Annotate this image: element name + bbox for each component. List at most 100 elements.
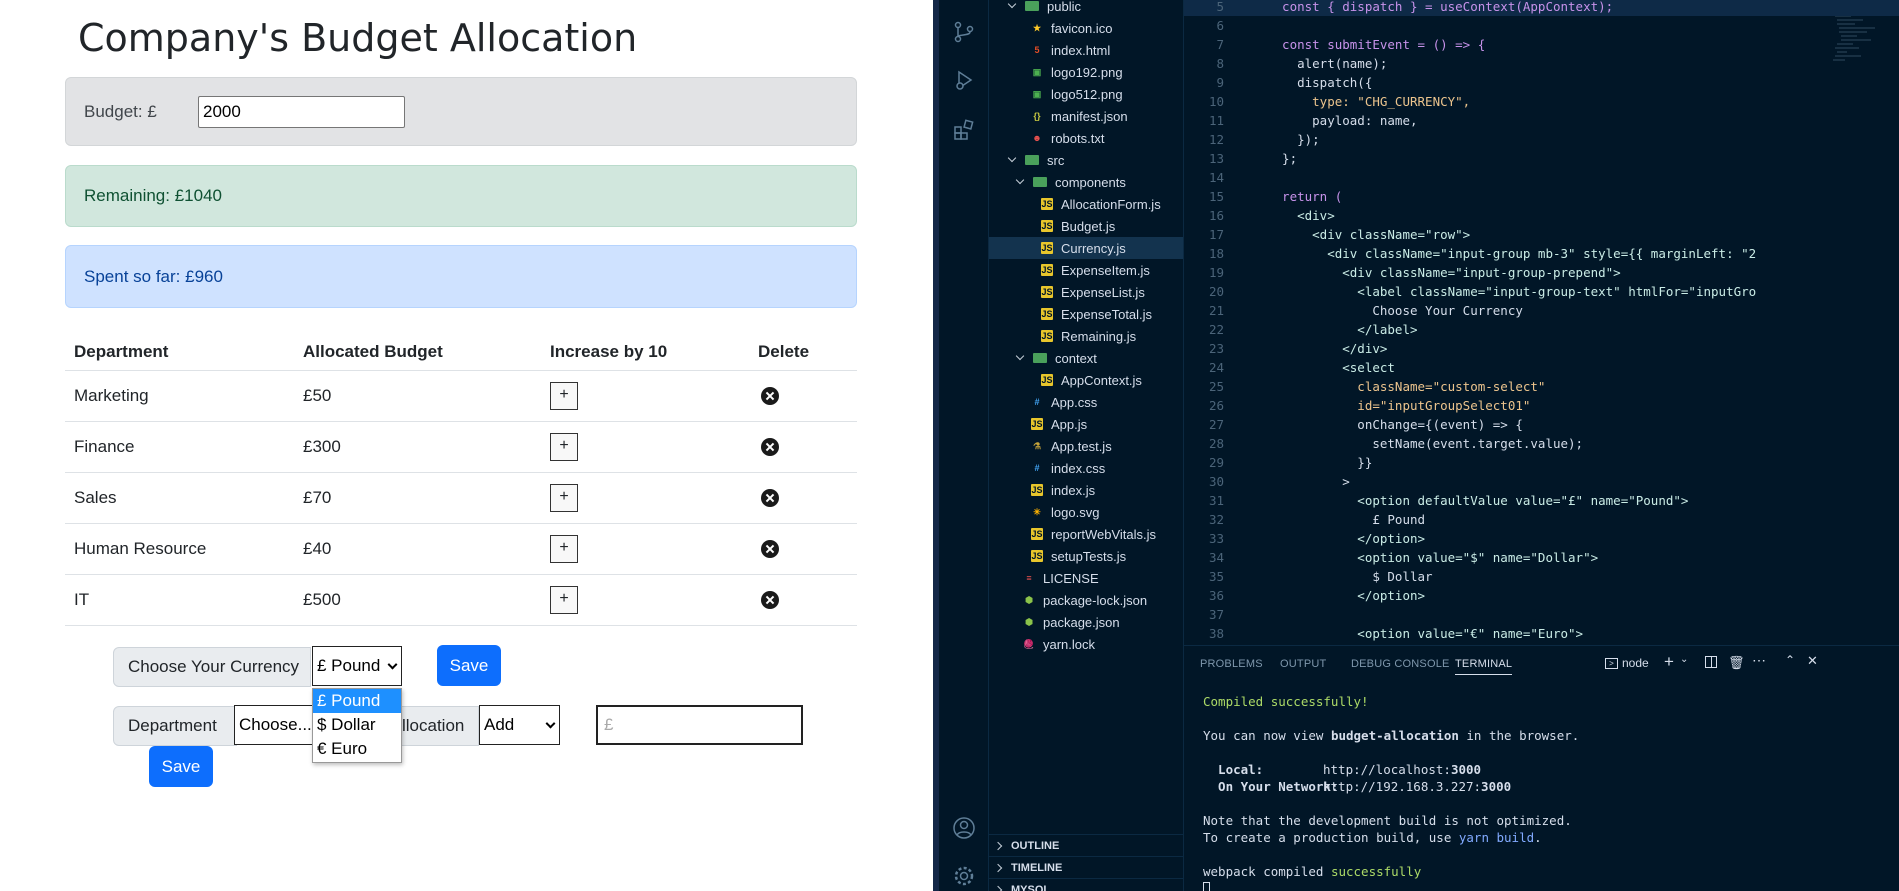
- action-select[interactable]: Add: [479, 705, 560, 745]
- explorer-file[interactable]: # index.css: [989, 457, 1183, 479]
- line-number: 5: [1216, 0, 1224, 14]
- line-number: 9: [1216, 75, 1224, 90]
- explorer-file[interactable]: ▣ logo512.png: [989, 83, 1183, 105]
- split-terminal-icon[interactable]: [1705, 656, 1717, 668]
- explorer-file[interactable]: ▣ logo192.png: [989, 61, 1183, 83]
- code-line: 18 <div className="input-group mb-3" sty…: [1184, 244, 1899, 263]
- col-delete: Delete: [749, 334, 857, 371]
- explorer-file[interactable]: 🧶 yarn.lock: [989, 633, 1183, 655]
- explorer-file[interactable]: JS Budget.js: [989, 215, 1183, 237]
- department-label: Department: [113, 706, 237, 746]
- more-actions-icon[interactable]: ⋯: [1752, 652, 1766, 669]
- explorer-folder[interactable]: src: [989, 149, 1183, 171]
- settings-gear-icon[interactable]: [952, 864, 976, 888]
- amount-input[interactable]: £: [596, 705, 803, 745]
- delete-icon[interactable]: [761, 591, 779, 610]
- code-line: 10 type: "CHG_CURRENCY",: [1184, 92, 1899, 111]
- explorer-item-label: Budget.js: [1061, 218, 1116, 234]
- js-file-icon: JS: [1031, 484, 1043, 496]
- increase-button[interactable]: +: [550, 381, 578, 410]
- explorer-folder[interactable]: context: [989, 347, 1183, 369]
- folder-file-icon: [1025, 155, 1039, 165]
- line-number: 14: [1208, 170, 1224, 185]
- code-line: 20 <label className="input-group-text" h…: [1184, 282, 1899, 301]
- explorer-file[interactable]: JS AllocationForm.js: [989, 193, 1183, 215]
- account-icon[interactable]: [952, 816, 976, 840]
- run-debug-icon[interactable]: [952, 68, 976, 92]
- chevron-down-icon: [1007, 153, 1017, 163]
- close-icon[interactable]: ✕: [1807, 653, 1818, 669]
- explorer-file[interactable]: JS ExpenseTotal.js: [989, 303, 1183, 325]
- chevron-down-icon[interactable]: ⌄: [1680, 654, 1688, 665]
- allocation-save-button[interactable]: Save: [149, 746, 213, 787]
- currency-save-button[interactable]: Save: [437, 645, 501, 686]
- tab-output[interactable]: OUTPUT: [1280, 658, 1326, 670]
- explorer-file[interactable]: ✳ logo.svg: [989, 501, 1183, 523]
- line-number: 30: [1208, 474, 1224, 489]
- explorer-folder[interactable]: components: [989, 171, 1183, 193]
- code-text: <div>: [1267, 208, 1335, 223]
- explorer-file[interactable]: ⚗ App.test.js: [989, 435, 1183, 457]
- code-line: 16 <div>: [1184, 206, 1899, 225]
- explorer-file[interactable]: JS index.js: [989, 479, 1183, 501]
- section-timeline[interactable]: TIMELINE: [989, 856, 1183, 878]
- terminal-local-url[interactable]: http://localhost:3000: [1323, 762, 1481, 777]
- explorer-file[interactable]: JS Currency.js: [989, 237, 1183, 259]
- terminal-network-url[interactable]: http://192.168.3.227:3000: [1323, 779, 1511, 794]
- department-select[interactable]: Choose...: [234, 705, 314, 745]
- delete-icon[interactable]: [761, 540, 779, 559]
- explorer-file[interactable]: ☻ robots.txt: [989, 127, 1183, 149]
- source-control-icon[interactable]: [952, 20, 976, 44]
- currency-select[interactable]: £ Pound: [312, 646, 402, 686]
- terminal-shell-indicator[interactable]: > node: [1605, 656, 1649, 670]
- explorer-file[interactable]: JS App.js: [989, 413, 1183, 435]
- trash-icon[interactable]: 🗑: [1728, 655, 1745, 671]
- section-outline[interactable]: OUTLINE: [989, 834, 1183, 856]
- increase-button[interactable]: +: [550, 534, 578, 563]
- delete-icon[interactable]: [761, 438, 779, 457]
- terminal-command: yarn build: [1458, 830, 1535, 845]
- delete-icon[interactable]: [761, 387, 779, 406]
- explorer-folder[interactable]: public: [989, 0, 1183, 17]
- explorer-file[interactable]: JS setupTests.js: [989, 545, 1183, 567]
- tab-problems[interactable]: PROBLEMS: [1200, 658, 1263, 670]
- explorer-file[interactable]: # App.css: [989, 391, 1183, 413]
- extensions-icon[interactable]: [952, 118, 976, 142]
- currency-option-pound[interactable]: £ Pound: [313, 689, 401, 713]
- tab-debug-console[interactable]: DEBUG CONSOLE: [1351, 658, 1450, 670]
- explorer-file[interactable]: JS ExpenseItem.js: [989, 259, 1183, 281]
- explorer-file[interactable]: ⬢ package-lock.json: [989, 589, 1183, 611]
- increase-button[interactable]: +: [550, 432, 578, 461]
- explorer-file[interactable]: 5 index.html: [989, 39, 1183, 61]
- explorer-file[interactable]: JS ExpenseList.js: [989, 281, 1183, 303]
- section-mysql[interactable]: MYSQL: [989, 878, 1183, 891]
- code-text: return (: [1267, 189, 1343, 204]
- tab-terminal[interactable]: TERMINAL: [1455, 658, 1513, 675]
- currency-option-dollar[interactable]: $ Dollar: [313, 713, 401, 737]
- col-allocated-budget: Allocated Budget: [294, 334, 541, 371]
- explorer-item-label: ExpenseList.js: [1061, 284, 1145, 300]
- delete-icon[interactable]: [761, 489, 779, 508]
- maximize-panel-icon[interactable]: ⌃: [1785, 653, 1795, 667]
- budget-cell: £40: [294, 523, 541, 575]
- explorer-item-label: index.css: [1051, 460, 1106, 476]
- code-line: 26 id="inputGroupSelect01": [1184, 396, 1899, 415]
- line-number: 36: [1208, 588, 1224, 603]
- increase-button[interactable]: +: [550, 585, 578, 614]
- col-increase: Increase by 10: [541, 334, 749, 371]
- explorer-file[interactable]: JS Remaining.js: [989, 325, 1183, 347]
- explorer-file[interactable]: ⬢ package.json: [989, 611, 1183, 633]
- explorer-item-label: src: [1047, 152, 1065, 168]
- folder-file-icon: [1033, 177, 1047, 187]
- chevron-down-icon: [1015, 175, 1025, 185]
- code-editor[interactable]: 5 const { dispatch } = useContext(AppCon…: [1184, 0, 1899, 645]
- explorer-file[interactable]: JS reportWebVitals.js: [989, 523, 1183, 545]
- explorer-file[interactable]: {} manifest.json: [989, 105, 1183, 127]
- currency-option-euro[interactable]: € Euro: [313, 737, 401, 761]
- explorer-file[interactable]: ≡ LICENSE: [989, 567, 1183, 589]
- explorer-file[interactable]: ★ favicon.ico: [989, 17, 1183, 39]
- new-terminal-icon[interactable]: +: [1664, 652, 1674, 672]
- explorer-file[interactable]: JS AppContext.js: [989, 369, 1183, 391]
- increase-button[interactable]: +: [550, 483, 578, 512]
- budget-input[interactable]: [198, 96, 405, 128]
